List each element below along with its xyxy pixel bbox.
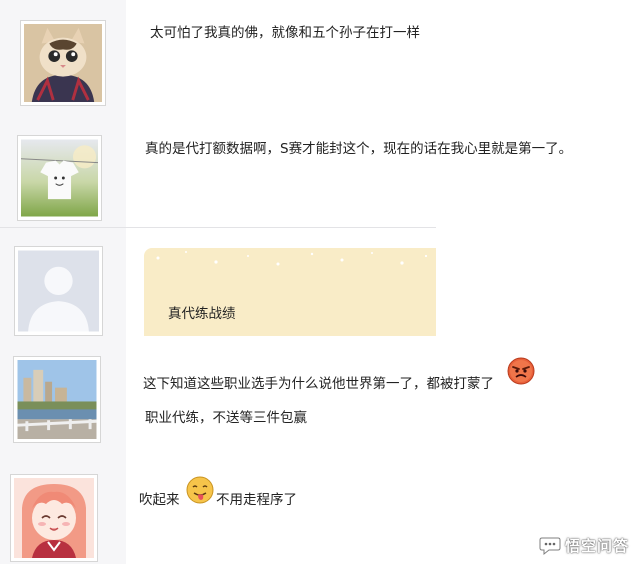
snow-dots-decoration [156,251,428,266]
tongue-emoji [186,476,214,504]
watermark: 悟空问答 [539,535,629,556]
post-text: 吹起来 [139,492,180,508]
avatar-cat[interactable] [20,20,106,106]
watermark-text: 悟空问答 [564,537,629,555]
city-photo-icon [17,360,97,439]
anime-girl-icon [14,478,94,558]
post-text: 职业代练，不送等三件包赢 [145,410,307,426]
post-text: 不用走程序了 [216,492,297,508]
post-divider [0,227,436,228]
post-text: 太可怕了我真的佛，就像和五个孙子在打一样 [150,25,420,41]
angry-emoji [507,357,535,385]
tshirt-photo-icon [21,139,98,217]
bubble-text: 真代练战绩 [168,306,236,322]
avatar-anime[interactable] [10,474,98,562]
cat-photo-icon [24,24,102,102]
avatar-default[interactable] [14,246,103,336]
post-text: 真的是代打额数据啊，S赛才能封这个，现在的话在我心里就是第一了。 [145,141,573,157]
chat-bubble-icon [539,537,561,555]
angry-face-icon [507,357,535,385]
post-text: 这下知道这些职业选手为什么说他世界第一了，都被打蒙了 [143,376,494,392]
quote-bubble: 真代练战绩 [144,248,436,336]
default-avatar-icon [18,250,99,332]
avatar-city[interactable] [13,356,101,443]
avatar-tshirt[interactable] [17,135,102,221]
tongue-face-icon [186,476,214,504]
